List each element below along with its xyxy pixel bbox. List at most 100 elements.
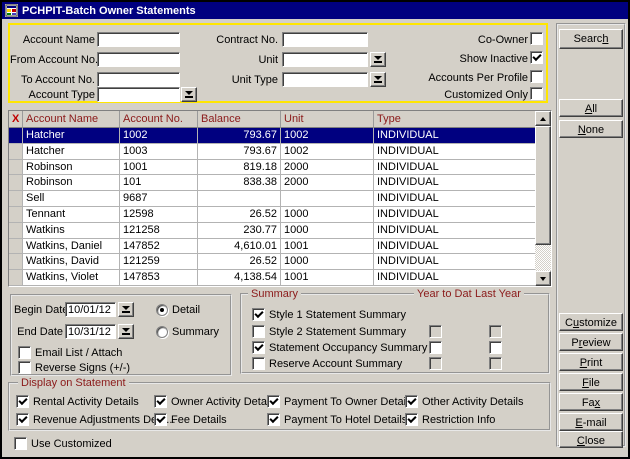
unit-input[interactable] <box>282 52 368 67</box>
row-selector[interactable] <box>9 270 23 286</box>
cell-account-name[interactable]: Watkins, Daniel <box>23 239 120 255</box>
row-selector[interactable] <box>9 254 23 270</box>
account-type-dropdown-button[interactable] <box>181 87 197 102</box>
style2-lastyear-checkbox[interactable] <box>489 325 502 338</box>
fee-details-checkbox[interactable] <box>154 413 167 426</box>
row-selector[interactable] <box>9 223 23 239</box>
cell-unit[interactable]: 1000 <box>281 223 374 239</box>
cell-unit[interactable]: 1000 <box>281 254 374 270</box>
cell-unit[interactable]: 1002 <box>281 128 374 144</box>
cell-balance[interactable]: 230.77 <box>198 223 281 239</box>
cell-type[interactable]: INDIVIDUAL <box>374 254 535 270</box>
occupancy-ytd-checkbox[interactable] <box>429 341 442 354</box>
fax-button[interactable]: Fax <box>559 393 623 411</box>
row-selector[interactable] <box>9 144 23 160</box>
use-customized-checkbox[interactable] <box>14 437 27 450</box>
cell-account-no[interactable]: 1002 <box>120 128 198 144</box>
cell-account-no[interactable]: 147852 <box>120 239 198 255</box>
cell-account-name[interactable]: Tennant <box>23 207 120 223</box>
reserve-summary-checkbox[interactable] <box>252 357 265 370</box>
occupancy-lastyear-checkbox[interactable] <box>489 341 502 354</box>
cell-balance[interactable] <box>198 191 281 207</box>
cell-account-no[interactable]: 1003 <box>120 144 198 160</box>
table-row[interactable]: Tennant 12598 26.52 1000 INDIVIDUAL <box>9 207 535 223</box>
row-selector[interactable] <box>9 207 23 223</box>
account-type-input[interactable] <box>97 87 180 102</box>
cell-balance[interactable]: 838.38 <box>198 175 281 191</box>
payment-to-hotel-checkbox[interactable] <box>267 413 280 426</box>
end-date-dropdown-button[interactable] <box>118 324 134 339</box>
title-bar[interactable]: PCHPIT-Batch Owner Statements <box>2 2 628 19</box>
owner-activity-checkbox[interactable] <box>154 395 167 408</box>
cell-unit[interactable]: 1002 <box>281 144 374 160</box>
close-button[interactable]: Close <box>559 431 623 448</box>
cell-account-name[interactable]: Hatcher <box>23 128 120 144</box>
payment-to-owner-checkbox[interactable] <box>267 395 280 408</box>
cell-type[interactable]: INDIVIDUAL <box>374 207 535 223</box>
cell-account-name[interactable]: Hatcher <box>23 144 120 160</box>
rental-activity-checkbox[interactable] <box>16 395 29 408</box>
cell-account-name[interactable]: Robinson <box>23 175 120 191</box>
end-date-input[interactable] <box>65 324 116 339</box>
detail-radio[interactable] <box>156 304 168 316</box>
all-button[interactable]: All <box>559 99 623 117</box>
email-list-attach-checkbox[interactable] <box>18 346 31 359</box>
file-button[interactable]: File <box>559 373 623 391</box>
table-row[interactable]: Watkins, David 121259 26.52 1000 INDIVID… <box>9 254 535 270</box>
cell-account-name[interactable]: Sell <box>23 191 120 207</box>
cell-unit[interactable]: 2000 <box>281 160 374 176</box>
revenue-adjustments-checkbox[interactable] <box>16 413 29 426</box>
cell-type[interactable]: INDIVIDUAL <box>374 175 535 191</box>
print-button[interactable]: Print <box>559 353 623 371</box>
cell-type[interactable]: INDIVIDUAL <box>374 128 535 144</box>
table-header-selector[interactable]: X <box>9 111 23 128</box>
contract-no-input[interactable] <box>282 32 368 47</box>
row-selector[interactable] <box>9 175 23 191</box>
cell-type[interactable]: INDIVIDUAL <box>374 239 535 255</box>
reserve-ytd-checkbox[interactable] <box>429 357 442 370</box>
begin-date-dropdown-button[interactable] <box>118 302 134 317</box>
cell-account-no[interactable]: 121258 <box>120 223 198 239</box>
cell-type[interactable]: INDIVIDUAL <box>374 223 535 239</box>
cell-account-no[interactable]: 12598 <box>120 207 198 223</box>
row-selector[interactable] <box>9 128 23 144</box>
cell-balance[interactable]: 26.52 <box>198 207 281 223</box>
cell-account-name[interactable]: Watkins, Violet <box>23 270 120 286</box>
cell-unit[interactable] <box>281 191 374 207</box>
other-activity-checkbox[interactable] <box>405 395 418 408</box>
cell-type[interactable]: INDIVIDUAL <box>374 270 535 286</box>
table-header-unit[interactable]: Unit <box>281 111 374 128</box>
cell-unit[interactable]: 2000 <box>281 175 374 191</box>
table-row[interactable]: Hatcher 1002 793.67 1002 INDIVIDUAL <box>9 128 535 144</box>
unit-type-input[interactable] <box>282 72 368 87</box>
table-row[interactable]: Hatcher 1003 793.67 1002 INDIVIDUAL <box>9 144 535 160</box>
style1-summary-checkbox[interactable] <box>252 308 265 321</box>
cell-account-name[interactable]: Watkins <box>23 223 120 239</box>
none-button[interactable]: None <box>559 120 623 138</box>
table-row[interactable]: Watkins, Violet 147853 4,138.54 1001 IND… <box>9 270 535 286</box>
show-inactive-checkbox[interactable] <box>530 51 543 64</box>
cell-account-no[interactable]: 147853 <box>120 270 198 286</box>
begin-date-input[interactable] <box>65 302 116 317</box>
table-header-type[interactable]: Type <box>374 111 535 128</box>
cell-account-no[interactable]: 101 <box>120 175 198 191</box>
customized-only-checkbox[interactable] <box>530 87 543 100</box>
cell-account-no[interactable]: 121259 <box>120 254 198 270</box>
scroll-down-button[interactable] <box>535 271 551 286</box>
table-header-account-no[interactable]: Account No. <box>120 111 198 128</box>
cell-balance[interactable]: 793.67 <box>198 144 281 160</box>
cell-unit[interactable]: 1001 <box>281 270 374 286</box>
email-button[interactable]: E-mail <box>559 413 623 431</box>
cell-type[interactable]: INDIVIDUAL <box>374 144 535 160</box>
co-owner-checkbox[interactable] <box>530 32 543 45</box>
table-scrollbar[interactable] <box>535 111 551 286</box>
cell-balance[interactable]: 4,138.54 <box>198 270 281 286</box>
table-header-balance[interactable]: Balance <box>198 111 281 128</box>
scroll-up-button[interactable] <box>535 111 551 126</box>
occupancy-summary-checkbox[interactable] <box>252 341 265 354</box>
cell-unit[interactable]: 1001 <box>281 239 374 255</box>
reserve-lastyear-checkbox[interactable] <box>489 357 502 370</box>
summary-radio[interactable] <box>156 326 168 338</box>
table-row[interactable]: Robinson 101 838.38 2000 INDIVIDUAL <box>9 175 535 191</box>
cell-type[interactable]: INDIVIDUAL <box>374 160 535 176</box>
